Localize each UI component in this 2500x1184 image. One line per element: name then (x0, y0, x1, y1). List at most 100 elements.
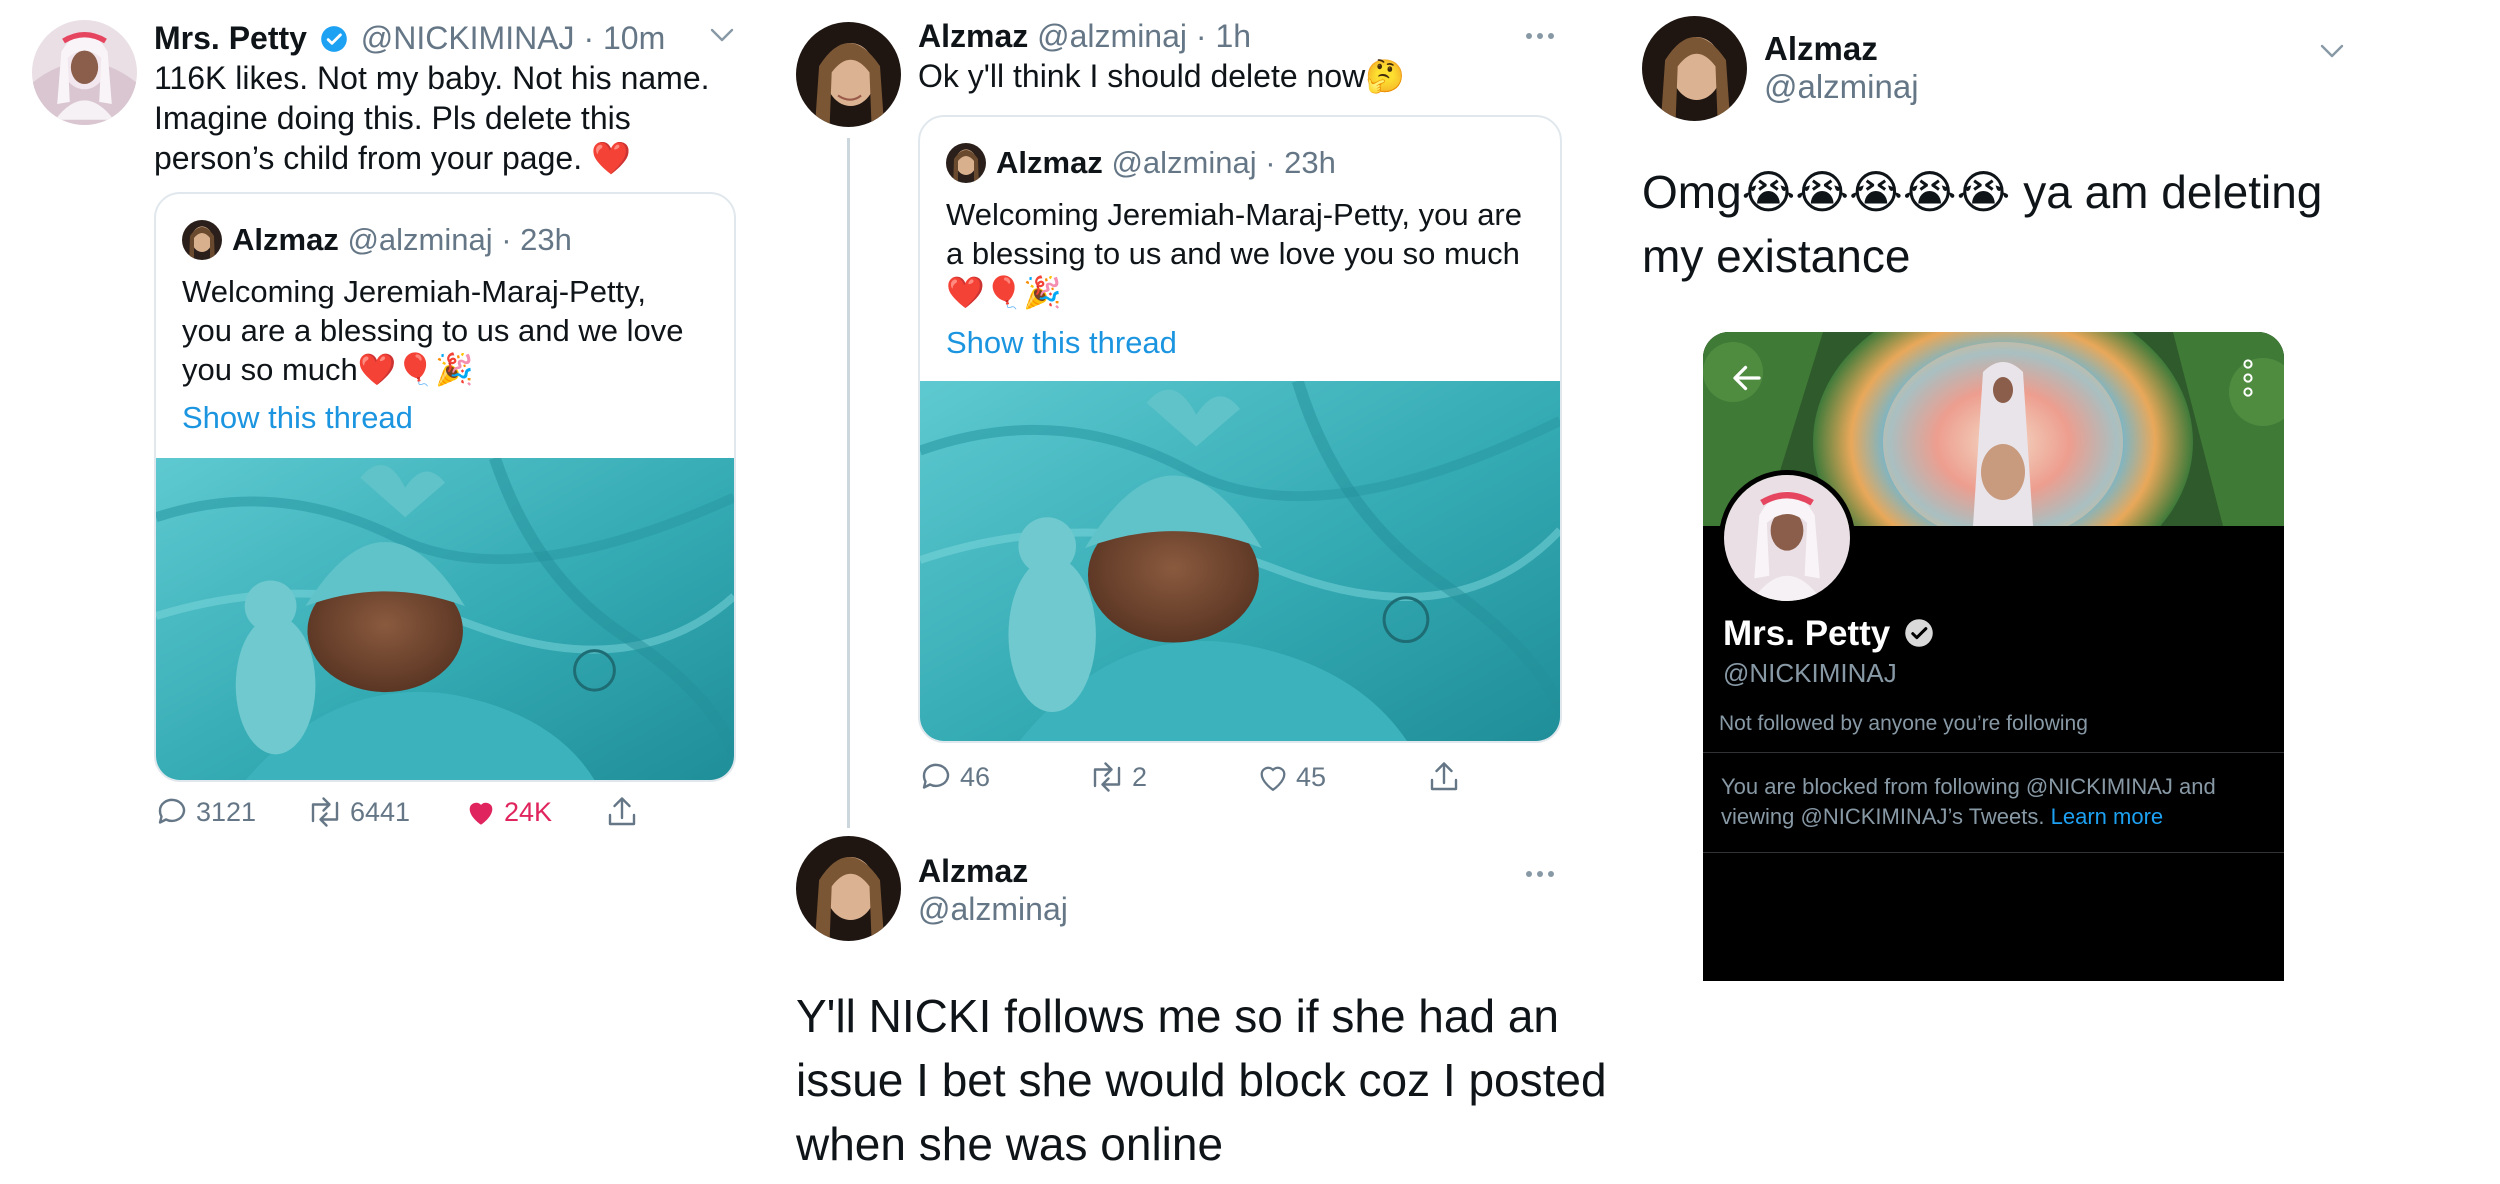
reply-button[interactable]: 3121 (154, 794, 304, 830)
profile-photo-icon (946, 143, 986, 183)
tweet-text-line: Y'll NICKI follows me so if she had an (796, 990, 1559, 1042)
tweet-text-line: 116K likes. Not my baby. Not his name. (154, 60, 710, 96)
quoted-text-line: you so much❤️🎈🎉 (182, 352, 474, 387)
retweet-button[interactable]: 2 (1086, 759, 1256, 795)
quoted-tweet-text: Welcoming Jeremiah-Maraj-Petty, you are … (946, 195, 1522, 312)
profile-photo-icon (1724, 475, 1850, 601)
username[interactable]: @alzminaj (1037, 18, 1187, 54)
followed-by-text: Not followed by anyone you’re following (1719, 712, 2088, 735)
blocked-text-line: You are blocked from following @NICKIMIN… (1721, 774, 2216, 799)
baby-image-icon (156, 458, 734, 780)
chevron-down-icon[interactable] (2318, 40, 2346, 62)
display-name[interactable]: Alzmaz (918, 852, 1068, 890)
display-name[interactable]: Alzmaz (996, 145, 1103, 180)
baby-photo[interactable] (920, 381, 1560, 741)
more-horizontal-icon[interactable] (1524, 30, 1556, 42)
retweet-icon (311, 797, 339, 827)
display-name[interactable]: Mrs. Petty (154, 20, 307, 56)
tweet-text-line: my existance (1642, 230, 1911, 282)
username[interactable]: @NICKIMINAJ (361, 20, 575, 56)
tweet-text: Ok y'll think I should delete now🤔 (918, 58, 1406, 94)
tweet-text-line: Imagine doing this. Pls delete this (154, 100, 631, 136)
avatar[interactable] (796, 836, 901, 941)
profile-photo-icon (182, 220, 222, 260)
share-icon (1430, 762, 1458, 791)
more-horizontal-icon[interactable] (1524, 868, 1556, 880)
tweet-actions: 46 2 45 (918, 755, 1478, 799)
like-button[interactable]: 24K (464, 795, 604, 829)
chevron-down-icon[interactable] (708, 24, 736, 46)
timestamp[interactable]: · 10m (583, 20, 665, 56)
like-count: 45 (1296, 761, 1327, 792)
reply-count: 3121 (196, 796, 257, 827)
timestamp[interactable]: · 1h (1196, 18, 1251, 54)
profile-screenshot[interactable]: Mrs. Petty @NICKIMINAJ Not followed by a… (1703, 332, 2284, 981)
avatar[interactable] (1642, 16, 1747, 121)
quoted-text-line: you are a blessing to us and we love (182, 313, 684, 348)
tweet-text-line: Omg😭😭😭😭😭 ya am deleting (1642, 166, 2323, 218)
quoted-tweet[interactable]: Alzmaz @alzminaj · 23h Welcoming Jeremia… (918, 115, 1562, 743)
verified-badge-icon (1904, 615, 1934, 659)
reply-icon (158, 798, 186, 824)
verified-badge-icon (320, 22, 348, 62)
tweet-text: 116K likes. Not my baby. Not his name. I… (154, 58, 710, 178)
timestamp[interactable]: · 23h (501, 222, 572, 257)
retweet-count: 2 (1132, 761, 1148, 792)
baby-photo[interactable] (156, 458, 734, 780)
reply-count: 46 (960, 761, 991, 792)
share-button[interactable] (1426, 759, 1462, 795)
tweet-text: Omg😭😭😭😭😭 ya am deleting my existance (1642, 160, 2322, 288)
tweet-text-line: issue I bet she would block coz I posted (796, 1054, 1607, 1106)
username[interactable]: @alzminaj (918, 890, 1068, 928)
show-thread-link[interactable]: Show this thread (946, 323, 1177, 363)
timestamp[interactable]: · 23h (1265, 145, 1336, 180)
more-vertical-icon[interactable] (2241, 358, 2255, 403)
avatar[interactable] (182, 220, 222, 260)
share-button[interactable] (604, 794, 640, 830)
username[interactable]: @alzminaj (1111, 145, 1256, 180)
username[interactable]: @alzminaj (347, 222, 492, 257)
retweet-icon (1093, 762, 1121, 792)
avatar[interactable] (796, 22, 901, 127)
arrow-left-icon[interactable] (1729, 360, 1765, 401)
quoted-tweet-text: Welcoming Jeremiah-Maraj-Petty, you are … (182, 272, 683, 389)
profile-photo-icon (796, 22, 901, 127)
learn-more-link[interactable]: Learn more (2051, 804, 2164, 829)
reply-icon (922, 763, 950, 789)
profile-handle: @NICKIMINAJ (1723, 658, 1897, 688)
show-thread-link[interactable]: Show this thread (182, 398, 413, 438)
display-name[interactable]: Alzmaz (918, 18, 1028, 54)
avatar[interactable] (946, 143, 986, 183)
quoted-text-line: ❤️🎈🎉 (946, 275, 1062, 310)
username[interactable]: @alzminaj (1764, 68, 1919, 106)
baby-image-icon (920, 381, 1560, 741)
heart-filled-icon (469, 802, 493, 825)
like-button[interactable]: 45 (1256, 760, 1426, 794)
share-icon (608, 797, 636, 826)
quoted-text-line: Welcoming Jeremiah-Maraj-Petty, you are (946, 197, 1522, 232)
avatar[interactable] (32, 20, 137, 125)
like-count: 24K (504, 796, 553, 827)
profile-photo-icon (796, 836, 901, 941)
retweet-button[interactable]: 6441 (304, 794, 464, 830)
divider (1703, 852, 2284, 853)
quoted-tweet[interactable]: Alzmaz @alzminaj · 23h Welcoming Jeremia… (154, 192, 736, 782)
profile-avatar[interactable] (1719, 470, 1855, 606)
quoted-text-line: a blessing to us and we love you so much (946, 236, 1520, 271)
profile-name: Mrs. Petty (1723, 614, 1891, 653)
tweet-text-line: when she was online (796, 1118, 1224, 1170)
quoted-text-line: Welcoming Jeremiah-Maraj-Petty, (182, 274, 646, 309)
blocked-text-line: viewing @NICKIMINAJ’s Tweets. (1721, 804, 2045, 829)
retweet-count: 6441 (350, 796, 411, 827)
display-name[interactable]: Alzmaz (1764, 30, 1919, 68)
heart-outline-icon (1260, 766, 1286, 792)
thread-line (847, 138, 850, 828)
profile-photo-icon (32, 20, 137, 125)
blocked-notice: You are blocked from following @NICKIMIN… (1721, 772, 2216, 832)
divider (1703, 752, 2284, 753)
display-name[interactable]: Alzmaz (232, 222, 339, 257)
tweet-text: Y'll NICKI follows me so if she had an i… (796, 984, 1607, 1176)
profile-photo-icon (1642, 16, 1747, 121)
reply-button[interactable]: 46 (918, 759, 1086, 795)
tweet-actions: 3121 6441 24K (154, 790, 654, 834)
